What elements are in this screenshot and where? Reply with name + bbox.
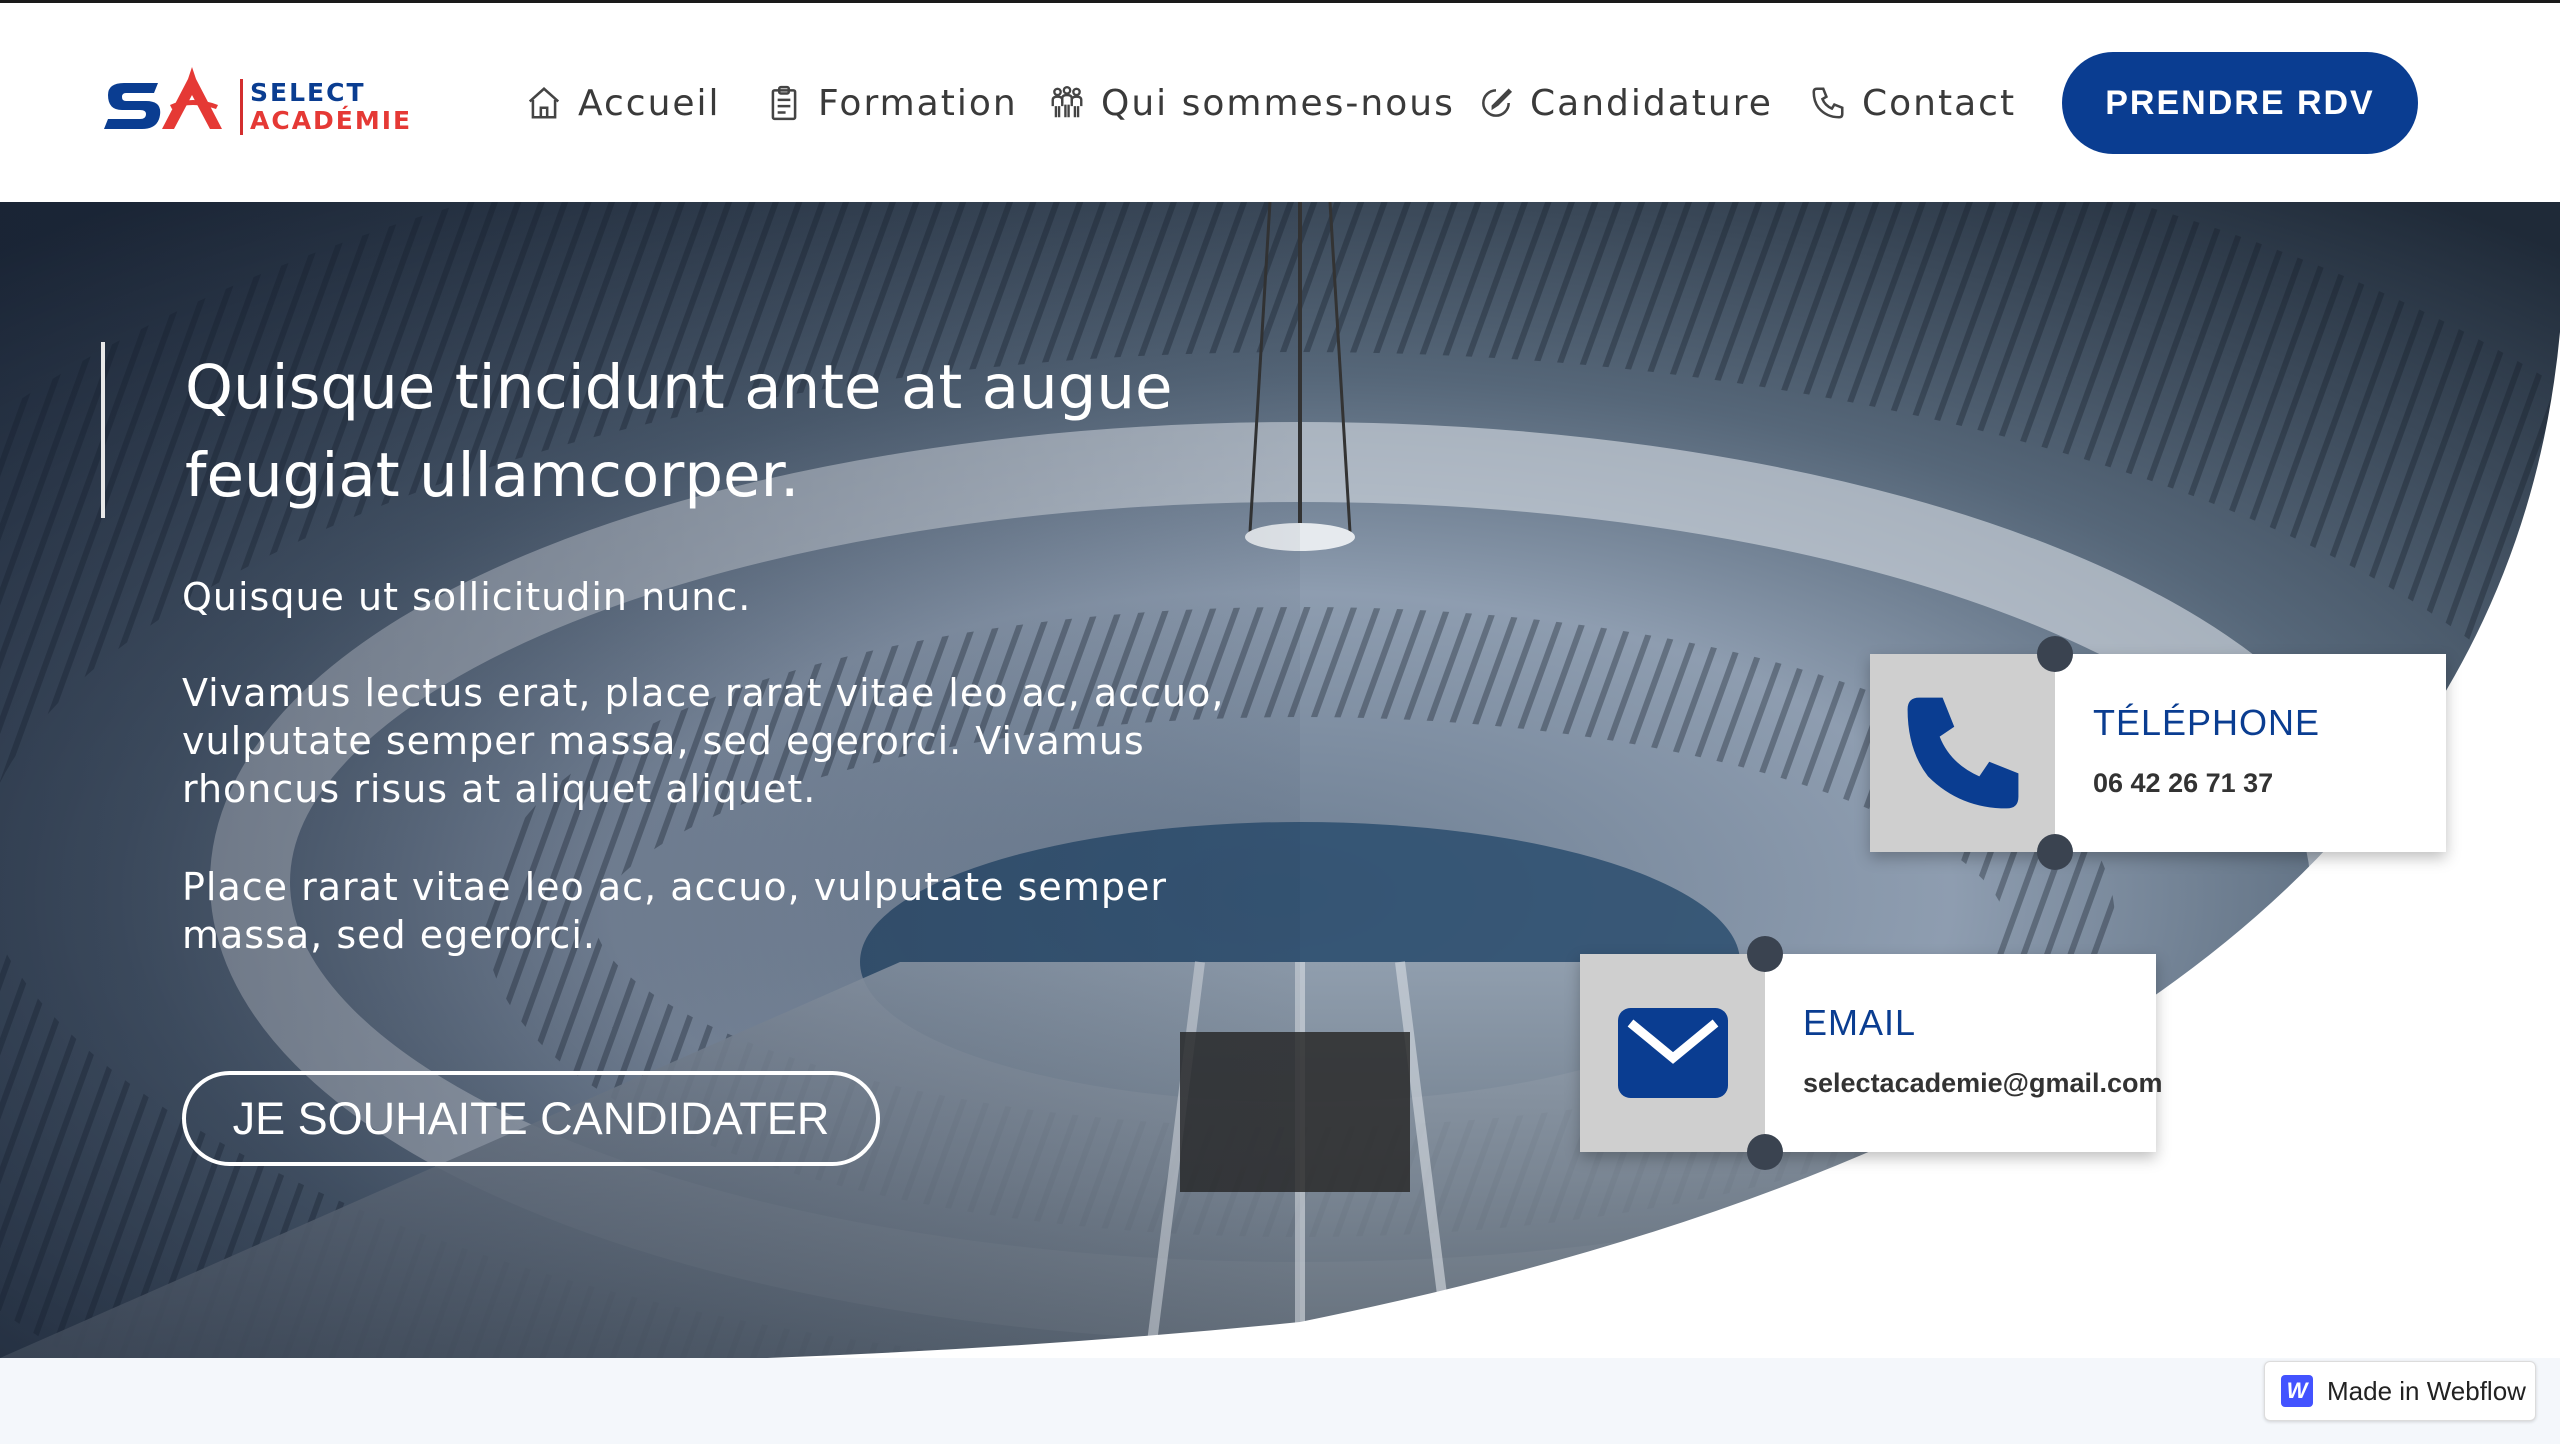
team-icon — [1047, 83, 1087, 123]
edit-icon — [1476, 83, 1516, 123]
logo-text-academie: ACADÉMIE — [250, 106, 413, 135]
logo-mark-icon — [104, 67, 222, 129]
email-card-notch-bottom — [1747, 1134, 1783, 1170]
nav-label-qui-sommes-nous: Qui sommes-nous — [1101, 82, 1455, 124]
hero-paragraph-2: Vivamus lectus erat, place rarat vitae l… — [182, 671, 1225, 811]
phone-card-notch-top — [2037, 636, 2073, 672]
email-card-notch-top — [1747, 936, 1783, 972]
phone-card-value[interactable]: 06 42 26 71 37 — [2093, 768, 2273, 799]
email-card-title: EMAIL — [1803, 1002, 1917, 1043]
nav-label-candidature: Candidature — [1530, 82, 1773, 124]
candidater-button[interactable]: JE SOUHAITE CANDIDATER — [182, 1071, 880, 1166]
phone-icon — [1907, 697, 2018, 809]
clipboard-icon — [764, 83, 804, 123]
hero-paragraph-3: Place rarat vitae leo ac, accuo, vulputa… — [182, 865, 1167, 957]
home-icon — [524, 83, 564, 123]
logo-text-select: SELECT — [250, 78, 366, 107]
nav-contact[interactable]: Contact — [1808, 73, 2016, 133]
phone-card-notch-bottom — [2037, 834, 2073, 870]
hero-paragraph-1: Quisque ut sollicitudin nunc. — [182, 575, 752, 619]
hero-title-rule — [101, 342, 105, 518]
phone-card-title: TÉLÉPHONE — [2093, 702, 2321, 743]
nav-label-formation: Formation — [818, 82, 1018, 124]
hero-title: Quisque tincidunt ante at augue feugiat … — [185, 352, 1173, 511]
logo-divider — [240, 79, 243, 135]
phone-icon — [1808, 83, 1848, 123]
email-card-icon-box — [1580, 954, 1765, 1152]
webflow-badge-label: Made in Webflow — [2327, 1375, 2526, 1406]
hero-section: Quisque tincidunt ante at augue feugiat … — [0, 202, 2560, 1358]
nav-label-contact: Contact — [1862, 82, 2017, 124]
prendre-rdv-button[interactable]: PRENDRE RDV — [2062, 52, 2418, 154]
envelope-icon — [1617, 1008, 1728, 1098]
phone-card-icon-box — [1870, 654, 2055, 852]
site-header: SELECT ACADÉMIE Accueil Formation Qui so… — [0, 3, 2560, 202]
nav-qui-sommes-nous[interactable]: Qui sommes-nous — [1047, 73, 1455, 133]
made-in-webflow-badge[interactable]: W Made in Webflow — [2264, 1361, 2536, 1421]
phone-card[interactable]: TÉLÉPHONE 06 42 26 71 37 — [1870, 636, 2446, 870]
nav-candidature[interactable]: Candidature — [1476, 73, 1773, 133]
logo[interactable]: SELECT ACADÉMIE — [100, 65, 455, 145]
nav-formation[interactable]: Formation — [764, 73, 1018, 133]
email-card-value[interactable]: selectacademie@gmail.com — [1803, 1068, 2163, 1099]
nav-accueil[interactable]: Accueil — [524, 73, 721, 133]
email-card[interactable]: EMAIL selectacademie@gmail.com — [1580, 936, 2163, 1170]
webflow-logo-icon: W — [2281, 1375, 2313, 1407]
nav-label-accueil: Accueil — [578, 82, 721, 124]
